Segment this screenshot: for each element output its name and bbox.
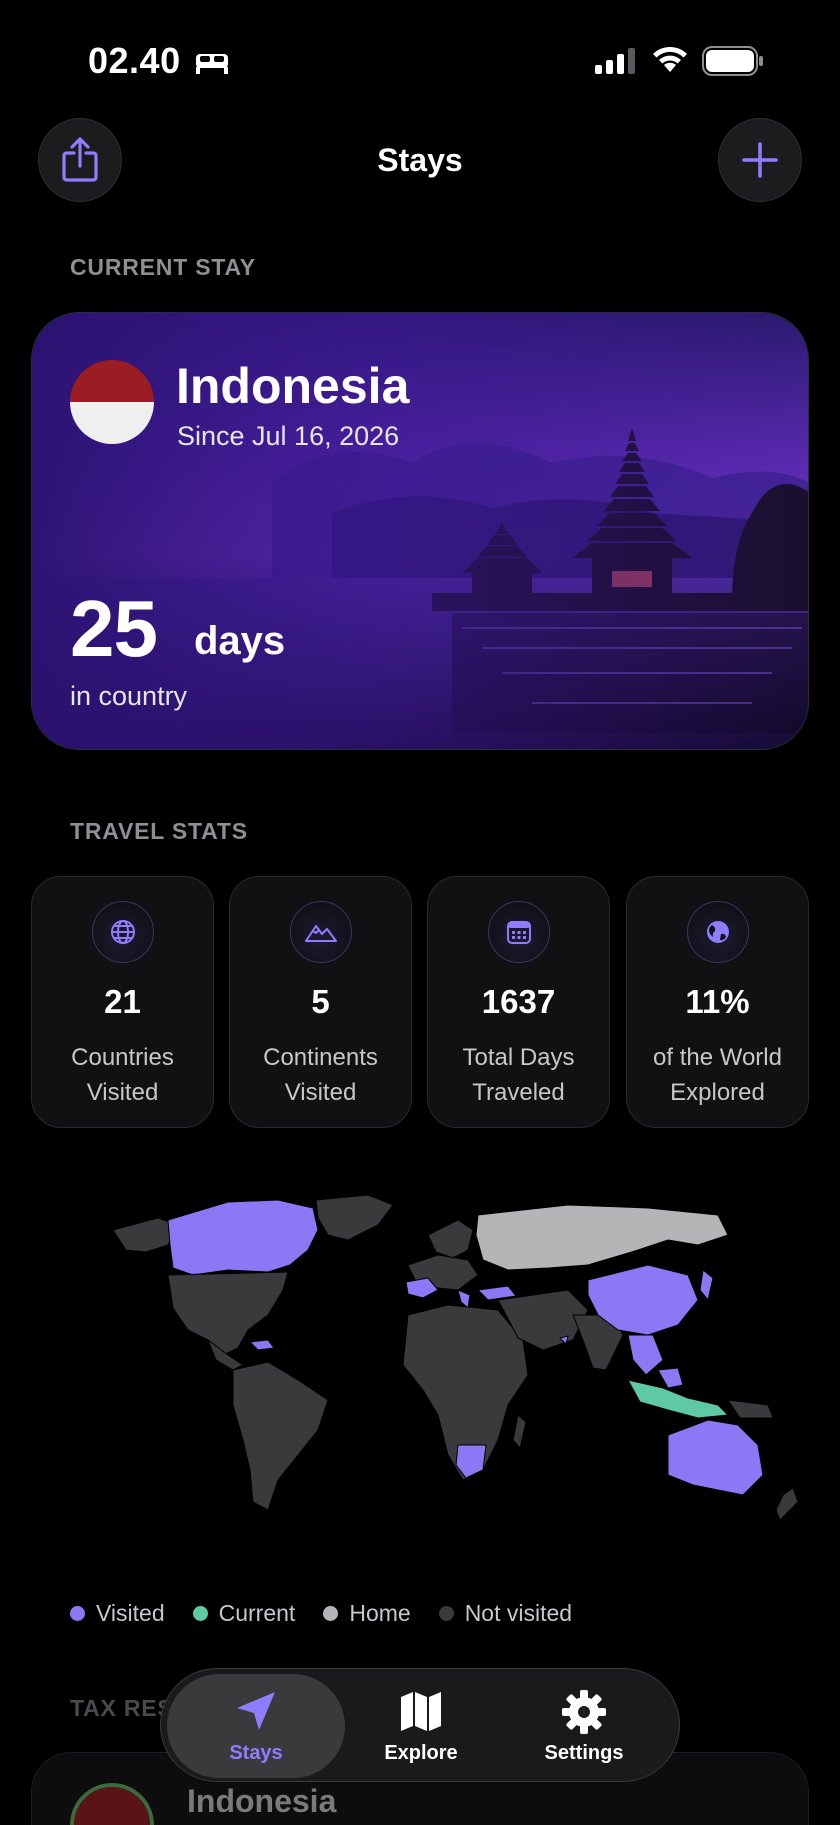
indonesia-flag (70, 1783, 154, 1825)
travel-stats-grid: 21 Countries Visited 5 Continents Visite… (31, 876, 809, 1128)
legend-label: Visited (96, 1600, 165, 1626)
plus-icon (742, 142, 778, 178)
add-stay-button[interactable] (718, 118, 802, 202)
current-stay-card[interactable]: Indonesia Since Jul 16, 2026 25 days in … (31, 312, 809, 750)
calendar-icon (488, 901, 550, 963)
stat-label: Continents Visited (263, 1044, 378, 1106)
current-stay-label: CURRENT STAY (70, 254, 256, 280)
stat-value: 21 (104, 983, 141, 1020)
map-region-new-zealand (775, 1487, 799, 1521)
legend-dot-current (192, 1606, 208, 1621)
legend-visited: Visited (70, 1600, 165, 1627)
map-region-europe-north (427, 1219, 474, 1259)
wifi-icon (653, 46, 687, 72)
map-region-southeast-asia (627, 1334, 664, 1376)
map-region-borneo (657, 1367, 684, 1389)
earth-icon (687, 901, 749, 963)
legend-label: Home (349, 1600, 411, 1626)
stat-value: 11% (685, 983, 750, 1020)
page-title: Stays (377, 142, 463, 178)
stat-label: Countries Visited (71, 1044, 174, 1106)
tab-explore[interactable]: Explore (332, 1674, 510, 1778)
legend-label: Current (218, 1600, 296, 1626)
map-region-greenland (315, 1194, 394, 1241)
tab-stays[interactable]: Stays (167, 1674, 345, 1778)
days-caption: in country (70, 681, 188, 711)
stat-world-explored[interactable]: 11% of the World Explored (626, 876, 809, 1128)
signal-icon (595, 48, 635, 74)
map-region-south-america (232, 1361, 329, 1511)
tab-settings[interactable]: Settings (495, 1674, 673, 1778)
tab-label: Stays (229, 1742, 283, 1764)
status-time: 02.40 (88, 40, 181, 81)
stat-countries-visited[interactable]: 21 Countries Visited (31, 876, 214, 1128)
legend-not-visited: Not visited (438, 1600, 573, 1627)
status-bar: 02.40 (0, 0, 840, 120)
stat-value: 5 (311, 983, 330, 1020)
mountains-icon (290, 901, 352, 963)
map-legend: Visited Current Home Not visited (70, 1600, 572, 1627)
map-region-japan (699, 1269, 714, 1301)
battery-icon (702, 46, 763, 76)
world-map[interactable] (28, 1190, 818, 1550)
globe-icon (92, 901, 154, 963)
stat-continents-visited[interactable]: 5 Continents Visited (229, 876, 412, 1128)
map-region-caribbean (249, 1339, 275, 1351)
tab-label: Settings (544, 1742, 624, 1764)
days-unit: days (194, 619, 286, 663)
map-icon (332, 1688, 510, 1736)
stat-value: 1637 (481, 983, 556, 1020)
current-country-name: Indonesia (176, 358, 410, 414)
legend-dot-visited (70, 1606, 85, 1621)
map-region-papua (727, 1399, 774, 1419)
map-region-russia (475, 1204, 729, 1271)
map-region-canada (167, 1199, 319, 1276)
legend-dot-not-visited (438, 1606, 454, 1621)
stat-label: Total Days Traveled (462, 1044, 575, 1106)
map-region-australia (667, 1419, 764, 1496)
legend-current: Current (192, 1600, 296, 1627)
map-region-madagascar (512, 1414, 527, 1449)
indonesia-flag (70, 360, 154, 444)
map-region-italy (457, 1289, 471, 1309)
legend-home: Home (323, 1600, 411, 1627)
stat-label: of the World Explored (653, 1044, 782, 1106)
tab-bar: Stays Explore Settings (160, 1668, 680, 1782)
stat-total-days[interactable]: 1637 Total Days Traveled (427, 876, 610, 1128)
legend-label: Not visited (464, 1600, 573, 1626)
tax-residency-country: Indonesia (187, 1783, 337, 1819)
bed-icon (196, 54, 228, 74)
tab-label: Explore (384, 1742, 458, 1764)
gear-icon (495, 1688, 673, 1736)
travel-stats-label: TRAVEL STATS (70, 818, 248, 844)
location-arrow-icon (167, 1688, 345, 1736)
stay-start-date: Since Jul 16, 2026 (177, 421, 400, 451)
days-count: 25 (70, 584, 158, 673)
legend-dot-home (323, 1606, 339, 1621)
